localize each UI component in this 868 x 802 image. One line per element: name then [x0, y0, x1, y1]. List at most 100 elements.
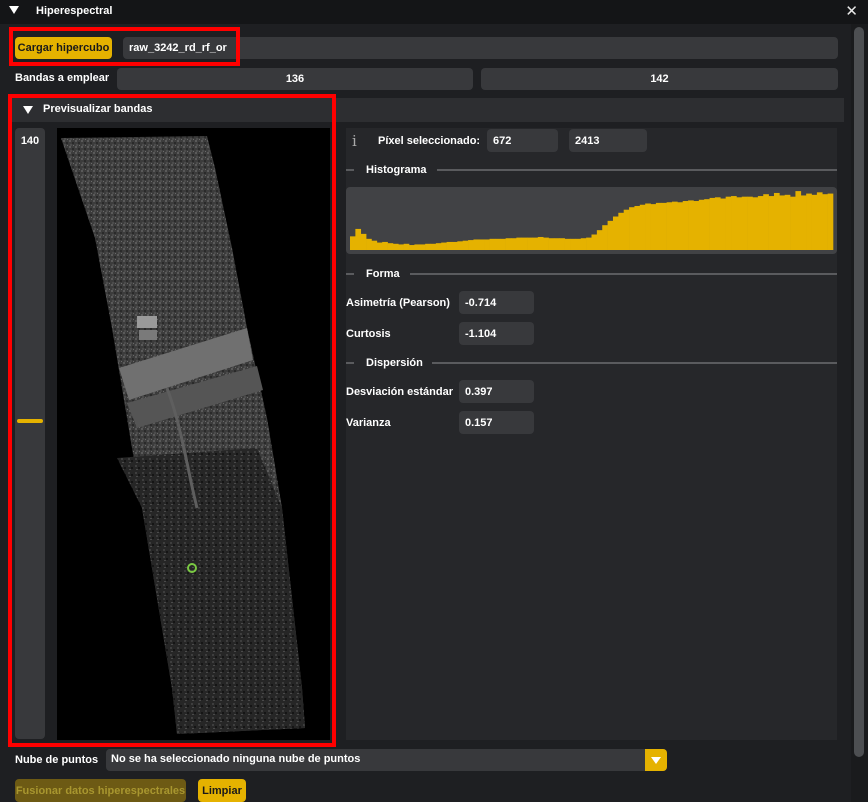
histogram-bar [688, 200, 694, 250]
histogram-bar [462, 240, 469, 250]
histogram-bar [800, 195, 807, 250]
histogram-bar [457, 241, 463, 250]
vertical-scrollbar[interactable] [851, 24, 868, 802]
histogram-bar [768, 196, 775, 250]
histogram-bar [586, 237, 592, 250]
histogram-bar [704, 199, 710, 250]
histogram-bar [806, 193, 812, 250]
histogram-bar [350, 236, 356, 250]
scrollbar-thumb[interactable] [854, 27, 864, 757]
shape-label: Forma [366, 268, 400, 280]
histogram-bar [371, 240, 378, 250]
histogram-bar [591, 234, 598, 250]
point-cloud-select[interactable]: No se ha seleccionado ninguna nube de pu… [106, 749, 667, 771]
histogram-bar [441, 242, 447, 250]
clear-button[interactable]: Limpiar [198, 779, 246, 802]
hyperspectral-strip [61, 136, 305, 734]
histogram-bar [811, 194, 818, 250]
preview-bands-header[interactable]: Previsualizar bandas [12, 98, 844, 122]
band-preview-image[interactable] [57, 128, 330, 740]
histogram-bar [419, 244, 426, 250]
histogram-bar [623, 209, 630, 250]
separator-left [346, 169, 354, 171]
histogram-bar [553, 238, 560, 250]
histogram-bar [543, 237, 549, 250]
histogram-bar [403, 243, 410, 250]
histogram-bar [430, 243, 437, 250]
kurtosis-label: Curtosis [346, 328, 391, 340]
histogram-bar [672, 201, 678, 250]
histogram-bar [645, 203, 651, 250]
histogram-bar [650, 204, 657, 250]
skew-value[interactable]: -0.714 [459, 291, 534, 314]
histogram-bar [639, 204, 646, 250]
histogram-bar [757, 196, 764, 250]
histogram-bar [489, 238, 496, 250]
histogram-bar [720, 198, 726, 250]
histogram-bar [779, 195, 785, 250]
histogram-bar [784, 194, 791, 250]
histogram-bar [677, 202, 684, 250]
window-title: Hiperespectral [36, 5, 113, 17]
histogram-bar [414, 244, 421, 250]
histogram-bar [511, 238, 517, 250]
histogram-bar [736, 197, 743, 250]
histogram-bar [382, 241, 388, 250]
histogram-bar [661, 202, 667, 250]
histogram-bar [816, 192, 823, 250]
band-slider-grab[interactable] [17, 419, 43, 423]
load-hypercube-button[interactable]: Cargar hipercubo [15, 37, 112, 59]
histogram-bar [366, 238, 372, 250]
band-end-slider[interactable]: 142 [481, 68, 838, 90]
histogram-bar [752, 197, 759, 250]
histogram-bar [731, 196, 737, 250]
histogram-bar [795, 191, 802, 250]
band-vertical-slider[interactable]: 140 [15, 128, 45, 739]
histogram-bar [570, 238, 576, 250]
histogram-bar [634, 205, 641, 250]
point-cloud-label: Nube de puntos [15, 754, 99, 766]
histogram-bar [500, 238, 506, 250]
histogram-bar [790, 196, 796, 250]
histogram-bar [564, 238, 571, 250]
histogram-bar [478, 239, 485, 250]
histogram-plot[interactable] [346, 187, 837, 254]
histogram-bar [376, 242, 383, 250]
skew-label: Asimetría (Pearson) [346, 297, 450, 309]
fuse-hyperspectral-button[interactable]: Fusionar datos hiperespectrales [15, 779, 186, 802]
histogram-bar [537, 236, 544, 250]
histogram-bar [468, 240, 474, 250]
histogram-bar [763, 194, 769, 250]
std-label: Desviación estándar [346, 386, 453, 398]
histogram-bar [741, 196, 748, 250]
histogram-bar [607, 220, 614, 250]
window-titlebar[interactable]: Hiperespectral ✕ [0, 0, 868, 24]
histogram-bar [596, 230, 603, 250]
histogram-bar [714, 197, 721, 250]
hypercube-file-field[interactable]: raw_3242_rd_rf_or [123, 37, 838, 59]
pixel-y-input[interactable]: 2413 [569, 129, 647, 152]
variance-value[interactable]: 0.157 [459, 411, 534, 434]
close-icon[interactable]: ✕ [845, 2, 858, 20]
band-start-slider[interactable]: 136 [117, 68, 473, 90]
histogram-bar [484, 239, 490, 250]
histogram-bar [602, 225, 608, 250]
std-value[interactable]: 0.397 [459, 380, 534, 403]
pixel-x-input[interactable]: 672 [487, 129, 558, 152]
histogram-bar [392, 243, 399, 250]
info-icon: i [352, 132, 357, 150]
collapse-window-icon[interactable] [9, 6, 19, 14]
histogram-bar [580, 238, 587, 250]
separator-left [346, 273, 354, 275]
histogram-bar [451, 241, 458, 250]
histogram-bars [350, 191, 834, 250]
histogram-bar [827, 193, 834, 250]
chevron-down-icon[interactable] [645, 749, 667, 771]
histogram-bar [425, 243, 431, 250]
histogram-bar [398, 244, 404, 250]
separator-right [410, 273, 837, 275]
collapse-section-icon[interactable] [23, 106, 33, 114]
histogram-bar [698, 199, 705, 250]
kurtosis-value[interactable]: -1.104 [459, 322, 534, 345]
histogram-bar [655, 202, 662, 250]
